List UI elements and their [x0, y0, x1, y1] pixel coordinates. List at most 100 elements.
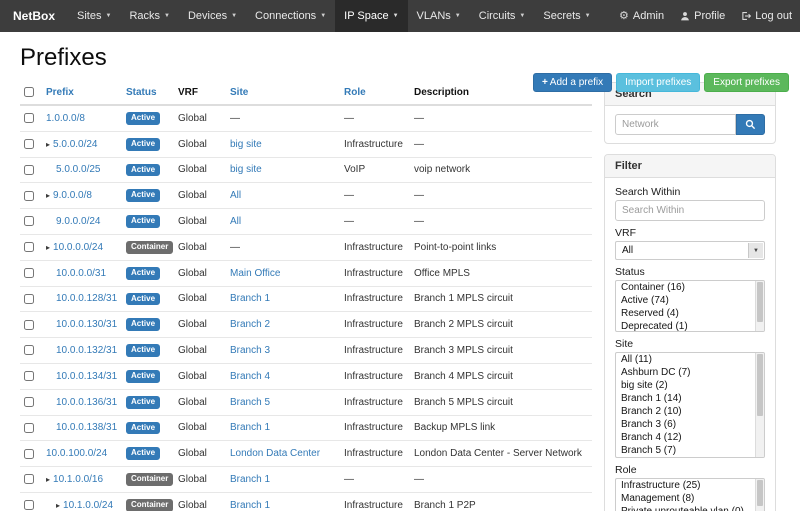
prefix-link[interactable]: 5.0.0.0/25 [56, 164, 100, 175]
listbox-option[interactable]: COLO-1-24 (4) [616, 457, 764, 458]
listbox-option[interactable]: Branch 3 (6) [616, 418, 764, 431]
site-link[interactable]: big site [230, 164, 262, 175]
nav-item-vlans[interactable]: VLANs▼ [408, 0, 470, 32]
listbox-option[interactable]: Ashburn DC (7) [616, 366, 764, 379]
column-header-status[interactable]: Status [122, 82, 174, 105]
column-header-role[interactable]: Role [340, 82, 410, 105]
listbox-option[interactable]: Branch 1 (14) [616, 392, 764, 405]
site-link[interactable]: All [230, 216, 241, 227]
row-checkbox[interactable] [24, 345, 34, 355]
site-link[interactable]: Main Office [230, 268, 280, 279]
prefix-link[interactable]: 9.0.0.0/8 [53, 190, 92, 201]
nav-item-connections[interactable]: Connections▼ [246, 0, 335, 32]
add-prefix-button[interactable]: +Add a prefix [533, 73, 612, 92]
row-checkbox[interactable] [24, 371, 34, 381]
prefix-link[interactable]: 9.0.0.0/24 [56, 216, 100, 227]
site-link[interactable]: Branch 1 [230, 293, 270, 304]
listbox-option[interactable]: Private unrouteable vlan (0) [616, 505, 764, 511]
site-link[interactable]: Branch 5 [230, 397, 270, 408]
nav-item-ip-space[interactable]: IP Space▼ [335, 0, 407, 32]
site-link[interactable]: big site [230, 139, 262, 150]
prefix-link[interactable]: 10.1.0.0/24 [63, 500, 113, 511]
search-input[interactable] [615, 114, 736, 135]
prefix-link[interactable]: 10.0.0.0/24 [53, 242, 103, 253]
site-link[interactable]: All [230, 190, 241, 201]
listbox-option[interactable]: All (11) [616, 353, 764, 366]
vrf-cell: Global [174, 286, 226, 312]
row-checkbox[interactable] [24, 474, 34, 484]
expand-icon[interactable]: ▸ [46, 243, 50, 252]
nav-item-log-out[interactable]: Log out [733, 0, 800, 32]
row-checkbox[interactable] [24, 500, 34, 510]
site-link[interactable]: Branch 1 [230, 422, 270, 433]
listbox-option[interactable]: big site (2) [616, 379, 764, 392]
listbox-option[interactable]: Active (74) [616, 294, 764, 307]
listbox-option[interactable]: Branch 4 (12) [616, 431, 764, 444]
row-checkbox[interactable] [24, 139, 34, 149]
column-header-site[interactable]: Site [226, 82, 340, 105]
row-checkbox[interactable] [24, 268, 34, 278]
chevron-down-icon: ▼ [748, 243, 763, 258]
listbox-option[interactable]: Management (8) [616, 492, 764, 505]
site-link[interactable]: Branch 3 [230, 345, 270, 356]
search-within-input[interactable] [615, 200, 765, 221]
nav-item-circuits[interactable]: Circuits▼ [470, 0, 535, 32]
row-checkbox[interactable] [24, 191, 34, 201]
expand-icon[interactable]: ▸ [46, 475, 50, 484]
row-checkbox[interactable] [24, 320, 34, 330]
listbox-option[interactable]: Deprecated (1) [616, 320, 764, 332]
prefix-link[interactable]: 10.0.0.138/31 [56, 422, 117, 433]
brand-link[interactable]: NetBox [0, 0, 68, 32]
vrf-select[interactable]: All ▼ [615, 241, 765, 260]
nav-item-devices[interactable]: Devices▼ [179, 0, 246, 32]
select-all-checkbox[interactable] [24, 87, 34, 97]
listbox-option[interactable]: Reserved (4) [616, 307, 764, 320]
expand-icon[interactable]: ▸ [46, 140, 50, 149]
prefix-link[interactable]: 10.0.0.132/31 [56, 345, 117, 356]
site-link[interactable]: London Data Center [230, 448, 320, 459]
search-button[interactable] [736, 114, 765, 135]
nav-item-secrets[interactable]: Secrets▼ [534, 0, 599, 32]
export-prefixes-button[interactable]: Export prefixes [704, 73, 789, 92]
row-checkbox[interactable] [24, 113, 34, 123]
prefix-link[interactable]: 10.0.0.130/31 [56, 319, 117, 330]
site-link[interactable]: Branch 1 [230, 500, 270, 511]
site-listbox: All (11)Ashburn DC (7)big site (2)Branch… [615, 352, 765, 458]
prefix-link[interactable]: 10.0.0.134/31 [56, 371, 117, 382]
scrollbar[interactable] [755, 281, 764, 331]
chevron-down-icon: ▼ [393, 13, 399, 19]
row-checkbox[interactable] [24, 449, 34, 459]
listbox-option[interactable]: Branch 2 (10) [616, 405, 764, 418]
scrollbar[interactable] [755, 479, 764, 511]
prefix-link[interactable]: 10.0.0.0/31 [56, 268, 106, 279]
prefix-link[interactable]: 10.0.100.0/24 [46, 448, 107, 459]
status-badge: Active [126, 344, 160, 357]
prefix-link[interactable]: 10.1.0.0/16 [53, 474, 103, 485]
scrollbar[interactable] [755, 353, 764, 457]
listbox-option[interactable]: Infrastructure (25) [616, 479, 764, 492]
site-link[interactable]: Branch 2 [230, 319, 270, 330]
column-header-prefix[interactable]: Prefix [42, 82, 122, 105]
nav-item-racks[interactable]: Racks▼ [120, 0, 179, 32]
import-prefixes-button[interactable]: Import prefixes [616, 73, 700, 92]
prefix-link[interactable]: 5.0.0.0/24 [53, 139, 97, 150]
listbox-option[interactable]: Branch 5 (7) [616, 444, 764, 457]
expand-icon[interactable]: ▸ [46, 191, 50, 200]
row-checkbox[interactable] [24, 242, 34, 252]
listbox-option[interactable]: Container (16) [616, 281, 764, 294]
row-checkbox[interactable] [24, 216, 34, 226]
site-link[interactable]: Branch 4 [230, 371, 270, 382]
status-badge: Active [126, 267, 160, 280]
prefix-link[interactable]: 10.0.0.136/31 [56, 397, 117, 408]
nav-item-admin[interactable]: ⚙Admin [611, 0, 672, 32]
prefix-link[interactable]: 1.0.0.0/8 [46, 113, 85, 124]
row-checkbox[interactable] [24, 165, 34, 175]
prefix-link[interactable]: 10.0.0.128/31 [56, 293, 117, 304]
nav-item-sites[interactable]: Sites▼ [68, 0, 120, 32]
row-checkbox[interactable] [24, 423, 34, 433]
site-link[interactable]: Branch 1 [230, 474, 270, 485]
row-checkbox[interactable] [24, 397, 34, 407]
nav-item-profile[interactable]: Profile [672, 0, 733, 32]
row-checkbox[interactable] [24, 294, 34, 304]
expand-icon[interactable]: ▸ [56, 501, 60, 510]
